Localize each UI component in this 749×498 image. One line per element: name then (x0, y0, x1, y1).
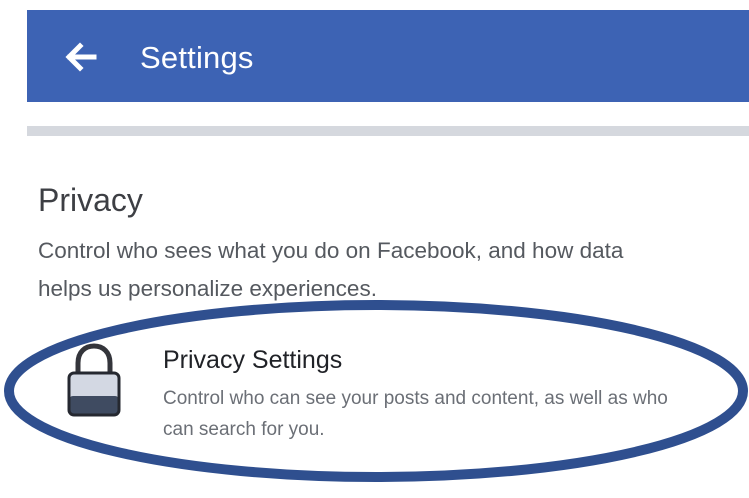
privacy-section-description: Control who sees what you do on Facebook… (38, 238, 624, 301)
privacy-settings-title: Privacy Settings (163, 346, 343, 374)
lock-icon (67, 343, 121, 417)
privacy-settings-item[interactable]: Privacy Settings Control who can see you… (28, 335, 708, 455)
arrow-left-icon (65, 42, 97, 72)
section-divider (27, 126, 749, 136)
page-title: Settings (140, 40, 254, 75)
app-header: Settings (27, 10, 749, 102)
privacy-section-title: Privacy (38, 182, 143, 218)
privacy-settings-description: Control who can see your posts and conte… (163, 388, 668, 440)
back-button[interactable] (63, 40, 99, 74)
